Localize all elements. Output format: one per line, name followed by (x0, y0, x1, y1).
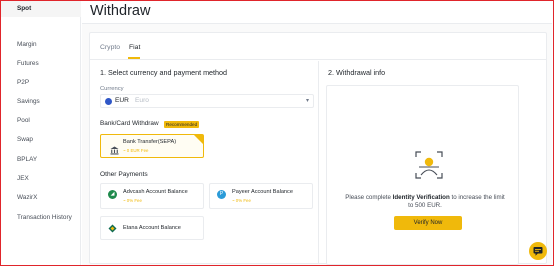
etana-icon (108, 224, 117, 233)
payeer-icon: P (217, 190, 226, 199)
column-divider (318, 61, 319, 263)
euro-coin-icon (105, 98, 112, 105)
bank-icon (110, 142, 119, 155)
option-name: Bank Transfer(SEPA) (123, 139, 177, 145)
option-fee: ~ 0% Fee (232, 198, 251, 203)
recommended-badge: Recommended (164, 121, 200, 128)
option-name: Etana Account Balance (123, 225, 181, 231)
title-divider (82, 23, 552, 24)
bank-card-title: Bank/Card Withdraw (100, 120, 159, 127)
advcash-icon: ◢ (108, 190, 117, 199)
verification-message: Please complete Identity Verification to… (344, 194, 506, 210)
tab-fiat[interactable]: Fiat (129, 44, 140, 51)
tabs-divider (89, 59, 547, 60)
sidebar-item-pool[interactable]: Pool (1, 113, 81, 129)
currency-code: EUR (115, 97, 129, 104)
tab-crypto[interactable]: Crypto (100, 44, 120, 51)
identity-verification-icon (415, 151, 443, 179)
option-advcash[interactable]: ◢ Advcash Account Balance ~ 0% Fee (100, 183, 204, 209)
sidebar-item-bplay[interactable]: BPLAY (1, 152, 81, 168)
option-etana[interactable]: Etana Account Balance (100, 216, 204, 240)
option-name: Payeer Account Balance (232, 189, 293, 195)
sidebar-item-transaction-history[interactable]: Transaction History (1, 210, 81, 226)
main-content: Withdraw Crypto Fiat 1. Select currency … (82, 1, 552, 265)
currency-name: Euro (135, 97, 149, 104)
page-title: Withdraw (90, 3, 151, 19)
option-fee: ~ 0% Fee (123, 198, 142, 203)
option-name: Advcash Account Balance (123, 189, 188, 195)
sidebar-item-wazirx[interactable]: WazirX (1, 190, 81, 206)
identity-verification-link[interactable]: Identity Verification (393, 194, 450, 201)
step2-title: 2. Withdrawal info (328, 68, 386, 77)
chevron-down-icon: ▾ (305, 98, 309, 104)
chat-support-button[interactable] (529, 242, 547, 260)
verification-message-prefix: Please complete (345, 194, 393, 201)
step1-title: 1. Select currency and payment method (100, 68, 228, 77)
sidebar-item-jex[interactable]: JEX (1, 171, 81, 187)
currency-label: Currency (100, 86, 124, 92)
chat-icon (533, 247, 543, 256)
sidebar-item-savings[interactable]: Savings (1, 94, 81, 110)
option-payeer[interactable]: P Payeer Account Balance ~ 0% Fee (209, 183, 313, 209)
sidebar-item-p2p[interactable]: P2P (1, 75, 81, 91)
sidebar-item-futures[interactable]: Futures (1, 56, 81, 72)
selected-corner-marker (194, 135, 203, 144)
verify-now-button[interactable]: Verify Now (394, 216, 462, 230)
sidebar: Spot Margin Futures P2P Savings Pool Swa… (1, 1, 81, 265)
option-fee: ~ 0 EUR Fee (123, 148, 149, 153)
sidebar-item-margin[interactable]: Margin (1, 37, 81, 53)
sidebar-item-spot[interactable]: Spot (1, 1, 81, 17)
sidebar-item-swap[interactable]: Swap (1, 132, 81, 148)
other-payments-title: Other Payments (100, 171, 148, 178)
option-bank-transfer-sepa[interactable]: Bank Transfer(SEPA) ~ 0 EUR Fee (100, 134, 204, 158)
currency-select[interactable]: EUR Euro ▾ (100, 94, 314, 108)
